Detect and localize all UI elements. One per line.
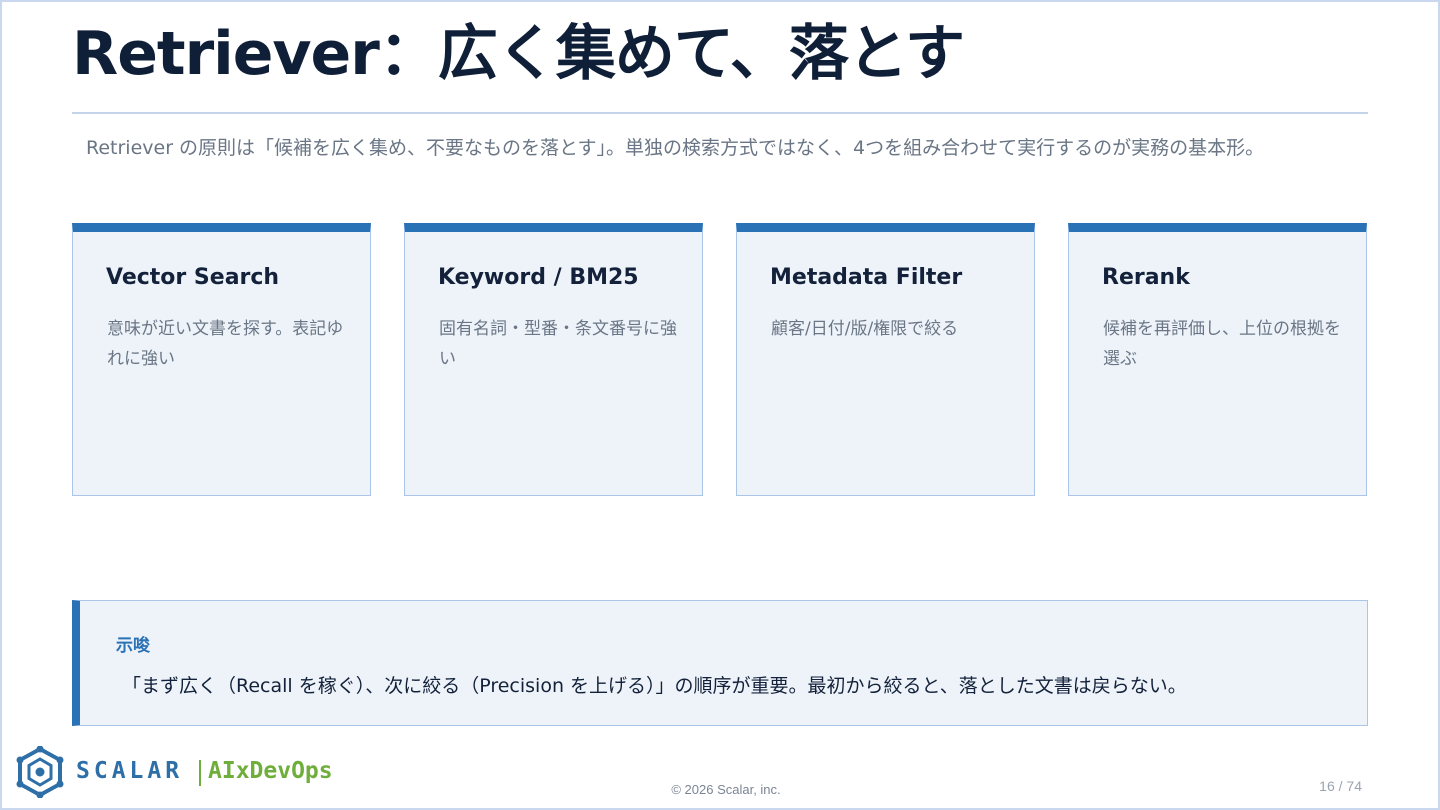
card-keyword-bm25: Keyword / BM25 固有名詞・型番・条文番号に強い [404, 223, 703, 496]
card-title: Rerank [1102, 265, 1190, 290]
insight-label: 示唆 [116, 636, 150, 656]
card-description: 固有名詞・型番・条文番号に強い [439, 319, 677, 369]
card-rerank: Rerank 候補を再評価し、上位の根拠を選ぶ [1068, 223, 1367, 496]
card-vector-search: Vector Search 意味が近い文書を探す。表記ゆれに強い [72, 223, 371, 496]
title-divider [72, 112, 1368, 114]
card-title: Keyword / BM25 [438, 265, 639, 290]
card-title: Metadata Filter [770, 265, 963, 290]
slide-title: Retriever：広く集めて、落とす [72, 19, 965, 89]
insight-text: 「まず広く（Recall を稼ぐ）、次に絞る（Precision を上げる）」の… [122, 675, 1187, 697]
card-description: 意味が近い文書を探す。表記ゆれに強い [107, 319, 344, 369]
intro-text: Retriever の原則は「候補を広く集め、不要なものを落とす」。単独の検索方… [86, 137, 1265, 159]
card-title: Vector Search [106, 265, 280, 290]
brand-name: SCALAR [76, 758, 184, 784]
card-metadata-filter: Metadata Filter 顧客/日付/版/権限で絞る [736, 223, 1035, 496]
sub-brand-name: AIxDevOps [208, 758, 333, 784]
page-number: 16 / 74 [1319, 778, 1362, 794]
copyright: © 2026 Scalar, inc. [671, 782, 781, 797]
insight-box: 示唆 「まず広く（Recall を稼ぐ）、次に絞る（Precision を上げる… [72, 600, 1368, 726]
card-description: 候補を再評価し、上位の根拠を選ぶ [1103, 319, 1341, 369]
card-description: 顧客/日付/版/権限で絞る [771, 319, 959, 339]
